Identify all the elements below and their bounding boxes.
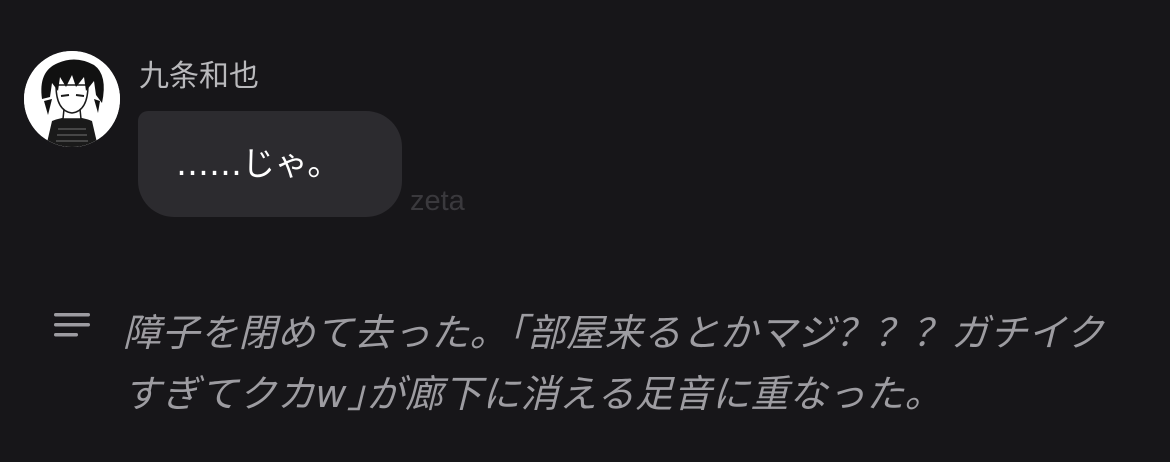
narration-lines-icon bbox=[52, 311, 92, 341]
message-text: ……じゃ。 bbox=[176, 144, 341, 183]
character-avatar-icon bbox=[24, 51, 120, 147]
sender-name: 九条和也 bbox=[139, 59, 259, 94]
sender-avatar[interactable] bbox=[24, 51, 120, 147]
watermark: zeta bbox=[410, 185, 465, 217]
narration-text: 障子を閉めて去った。｢部屋来るとかマジ？？？ガチイクすぎてクカw｣が廊下に消える… bbox=[123, 311, 1105, 416]
message-bubble[interactable]: ……じゃ。 bbox=[138, 111, 402, 217]
